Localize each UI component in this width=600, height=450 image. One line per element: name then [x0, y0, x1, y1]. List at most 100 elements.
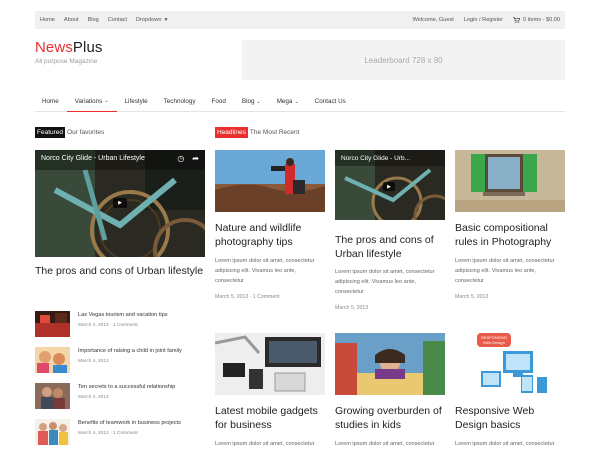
leaderboard-ad[interactable]: Leaderboard 728 x 90 [242, 40, 565, 80]
card-title-line: Design basics [455, 419, 521, 431]
card-title-line: Basic compositional [455, 222, 548, 234]
excerpt-line: adipiscing elit. Vivamus leo ante, [335, 279, 417, 285]
featured-title[interactable]: The pros and cons of Urban lifestyle [35, 264, 205, 278]
list-item-title: Benefits of teamwork in business project… [78, 420, 181, 426]
list-item[interactable]: Importance of raising a child in joint f… [35, 347, 205, 375]
card-title-line: Latest mobile gadgets [215, 405, 318, 417]
nav-lifestyle-label: Lifestyle [124, 98, 148, 105]
excerpt-line: Lorem ipsum dolor sit amet, consectetur [335, 269, 435, 275]
excerpt-line: Lorem ipsum dolor sit amet, consectetur [455, 258, 555, 264]
list-item[interactable]: Benefits of teamwork in business project… [35, 419, 205, 447]
card-title[interactable]: Growing overburden of studies in kids [335, 404, 442, 432]
nav-home[interactable]: Home [35, 92, 67, 112]
excerpt-line: consectetur [215, 278, 244, 284]
card-image-window[interactable] [455, 150, 565, 212]
top-bar: Home About Blog Contact Dropdown ▼ Welcom… [35, 11, 565, 29]
card-title-line: The pros and cons of [335, 234, 434, 246]
list-item-thumbnail [35, 419, 70, 445]
card-title-line: rules in Photography [455, 236, 552, 248]
site-logo[interactable]: NewsPlus [35, 39, 103, 56]
play-icon: ▶ [118, 200, 122, 206]
nav-blog[interactable]: Blog ⌄ [234, 92, 269, 112]
card-title[interactable]: Nature and wildlife photography tips [215, 221, 301, 249]
top-nav-about[interactable]: About [64, 17, 79, 23]
badge-line: Web Design [483, 340, 505, 345]
cart-icon [513, 17, 520, 23]
card-image-nature[interactable] [215, 150, 325, 212]
card-title-line: Nature and wildlife [215, 222, 302, 234]
nav-mega[interactable]: Mega ⌄ [269, 92, 307, 112]
list-item[interactable]: Las Vegas tourism and vacation tips Marc… [35, 311, 205, 339]
excerpt-line: consectetur [455, 278, 484, 284]
top-nav: Home About Blog Contact Dropdown ▼ [40, 11, 168, 29]
card-excerpt: Lorem ipsum dolor sit amet, consectetur a… [455, 256, 555, 286]
headlines-subtitle: The Most Recent [249, 129, 300, 136]
card-title-line: Urban lifestyle [335, 248, 402, 260]
cart-summary: 0 items - $0.00 [523, 17, 560, 23]
cart-link[interactable]: 0 items - $0.00 [513, 17, 560, 23]
card-video[interactable]: Norco City Glide - Urb... ▶ [335, 150, 445, 220]
video-title: Norco City Glide - Urban Lifestyle [41, 155, 145, 162]
list-item-meta: March 4, 2013 · 1 Comment [78, 323, 138, 328]
card-title-line: studies in kids [335, 419, 401, 431]
excerpt-line: Lorem ipsum dolor sit amet, consectetur [215, 258, 315, 264]
welcome-text: Welcome, Guest [412, 17, 454, 23]
list-item[interactable]: Ten secrets to a successful relationship… [35, 383, 205, 411]
clock-icon[interactable]: ◷ [177, 154, 184, 163]
nav-contact-us[interactable]: Contact Us [307, 92, 354, 112]
card-title[interactable]: Responsive Web Design basics [455, 404, 534, 432]
card-excerpt: Lorem ipsum dolor sit amet, consectetur [215, 439, 315, 449]
top-account: Welcome, Guest Login / Register 0 items … [413, 11, 560, 29]
card-excerpt: Lorem ipsum dolor sit amet, consectetur [455, 439, 555, 449]
top-nav-contact[interactable]: Contact [108, 17, 127, 23]
login-register-link[interactable]: Login / Register [464, 17, 503, 23]
nav-lifestyle[interactable]: Lifestyle [117, 92, 156, 112]
nav-variations[interactable]: Variations ⌄ [66, 92, 117, 112]
featured-subtitle: Our favorites [67, 129, 105, 136]
nav-food-label: Food [211, 98, 226, 105]
nav-variations-label: Variations [74, 97, 103, 105]
nav-technology[interactable]: Technology [156, 92, 204, 112]
list-item-title: Importance of raising a child in joint f… [78, 348, 182, 354]
nav-mega-label: Mega [276, 98, 293, 105]
list-item-meta: March 4, 2013 [78, 359, 109, 364]
card-title[interactable]: The pros and cons of Urban lifestyle [335, 233, 434, 261]
play-button[interactable]: ▶ [383, 182, 395, 191]
card-meta: March 5, 2013 · 1 Comment [215, 294, 280, 300]
headlines-section-header: Headlines The Most Recent [215, 127, 299, 138]
share-icon[interactable]: ➦ [192, 154, 199, 163]
card-image-studies[interactable] [335, 333, 445, 395]
card-title[interactable]: Latest mobile gadgets for business [215, 404, 318, 432]
main-nav: Home Variations ⌄ Lifestyle Technology Fo… [35, 92, 565, 112]
excerpt-line: Lorem ipsum dolor sit amet, consectetur [215, 441, 315, 447]
chevron-down-icon: ⌄ [294, 98, 299, 105]
featured-video[interactable]: Norco City Glide - Urban Lifestyle ◷ ➦ ▶ [35, 150, 205, 257]
headlines-tag: Headlines [215, 127, 248, 138]
top-nav-blog[interactable]: Blog [88, 17, 99, 23]
top-nav-dropdown[interactable]: Dropdown ▼ [136, 17, 168, 23]
list-item-meta: March 4, 2013 [78, 395, 109, 400]
excerpt-line: Lorem ipsum dolor sit amet, consectetur [335, 441, 435, 447]
top-nav-home[interactable]: Home [40, 17, 55, 23]
card-image-responsive[interactable]: RESPONSIVE Web Design [455, 333, 565, 395]
top-nav-dropdown-label: Dropdown [136, 17, 162, 23]
card-title[interactable]: Basic compositional rules in Photography [455, 221, 551, 249]
list-item-thumbnail [35, 383, 70, 409]
caret-down-icon: ▼ [163, 17, 169, 23]
video-title: Norco City Glide - Urb... [341, 155, 410, 162]
chevron-down-icon: ⌄ [104, 98, 109, 104]
chevron-down-icon: ⌄ [256, 98, 261, 105]
excerpt-line: adipiscing elit. Vivamus leo ante, [455, 268, 537, 274]
card-title-line: for business [215, 419, 272, 431]
featured-tag: Featured [35, 127, 66, 138]
video-controls: ◷ ➦ [177, 154, 199, 163]
card-meta: March 5, 2013 [455, 294, 489, 300]
card-image-gadgets[interactable] [215, 333, 325, 395]
nav-blog-label: Blog [241, 98, 255, 105]
site-tagline: All purpose Magazine [35, 58, 98, 65]
nav-food[interactable]: Food [204, 92, 234, 112]
card-meta: March 5, 2013 [335, 305, 369, 311]
logo-news: News [35, 39, 73, 56]
card-excerpt: Lorem ipsum dolor sit amet, consectetur a… [335, 267, 435, 297]
play-button[interactable]: ▶ [113, 198, 127, 208]
